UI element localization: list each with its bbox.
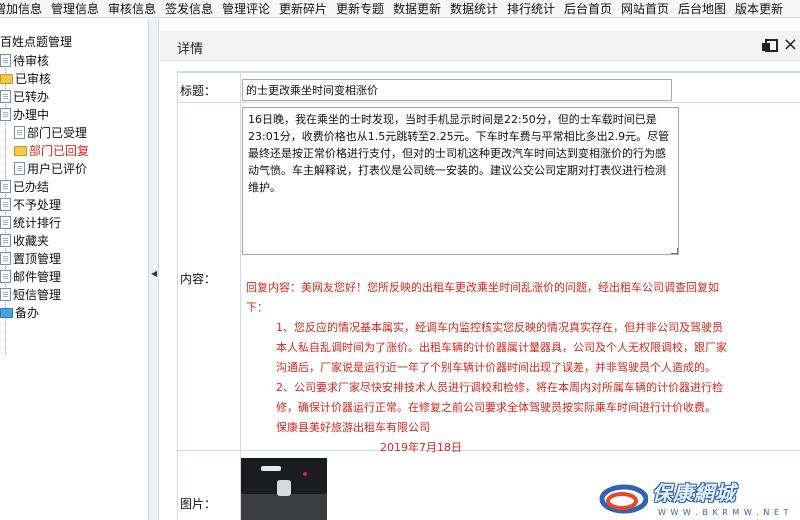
folder-icon <box>0 308 13 318</box>
doc-icon <box>0 270 11 283</box>
tree-item-pending[interactable]: 待审核 <box>0 52 49 70</box>
reply-intro: 回复内容：美网友您好！您所反映的出租车更改乘坐时间乱涨价的问题，经出租车公司调查… <box>246 281 719 314</box>
tree-item-mail[interactable]: 邮件管理 <box>0 268 61 286</box>
menu-data-update[interactable]: 数据更新 <box>393 1 441 17</box>
doc-icon <box>0 234 11 247</box>
tree-item-dept-accepted[interactable]: 部门已受理 <box>14 124 87 142</box>
panel-title: 详情 <box>177 42 204 57</box>
reply-body: 1、您反应的情况基本属实，经调车内监控核实您反映的情况真实存在，但并非公司及驾驶… <box>276 321 727 434</box>
doc-icon <box>0 54 11 67</box>
menu-site-home[interactable]: 网站首页 <box>621 1 669 17</box>
logo-brand: 保康網城 <box>652 481 736 505</box>
collapse-splitter[interactable]: ◀ <box>148 19 159 520</box>
tree-item-rejected[interactable]: 不予处理 <box>0 196 61 214</box>
detail-panel: 详情 × 标题： 内容： 16日晚，我在乘坐的士时发现，当时手机显示时间是22:… <box>160 19 800 520</box>
collapse-arrow-icon: ◀ <box>151 269 158 278</box>
menu-admin-map[interactable]: 后台地图 <box>678 1 726 17</box>
content-label: 内容： <box>180 272 217 286</box>
row-divider <box>178 72 800 73</box>
reply-date: 2019年7月18日 <box>380 441 462 454</box>
tree-item-label: 已审核 <box>15 72 52 86</box>
tree-item-processing[interactable]: 办理中 <box>0 106 49 124</box>
logo-swoosh-icon <box>599 484 648 514</box>
tree-item-label: 部门已回复 <box>29 144 90 158</box>
close-icon[interactable]: × <box>783 35 798 55</box>
tree-item-label: 置顶管理 <box>13 252 62 266</box>
tree-root-title: 百姓点题管理 <box>0 35 73 49</box>
detail-form: 标题： 内容： 16日晚，我在乘坐的士时发现，当时手机显示时间是22:50分，但… <box>177 71 800 520</box>
doc-icon <box>0 198 11 211</box>
content-textarea[interactable]: 16日晚，我在乘坐的士时发现，当时手机显示时间是22:50分，但的士车载时间已是… <box>242 107 679 255</box>
column-divider <box>240 72 241 520</box>
doc-icon <box>0 216 11 229</box>
tree-item-pinned[interactable]: 置顶管理 <box>0 250 61 268</box>
tree-item-label: 已转办 <box>13 90 50 104</box>
menu-ranking-stats[interactable]: 排行统计 <box>507 1 555 17</box>
doc-icon <box>14 162 25 175</box>
tree-item-label: 短信管理 <box>13 288 62 302</box>
tree-item-sms[interactable]: 短信管理 <box>0 286 61 304</box>
title-label: 标题： <box>180 84 217 98</box>
site-logo: 保康網城 W W W . B K R M W . N E T <box>598 475 800 520</box>
photo-dashboard <box>241 494 327 520</box>
menu-update-topics[interactable]: 更新专题 <box>336 1 384 17</box>
tree-item-label: 已办结 <box>13 180 50 194</box>
resize-grip-icon[interactable] <box>671 248 678 254</box>
tree-item-label: 邮件管理 <box>13 270 62 284</box>
tree-item-reviewed[interactable]: 已审核 <box>0 70 51 88</box>
tree-item-label: 收藏夹 <box>13 234 50 248</box>
image-label: 图片： <box>180 497 217 511</box>
doc-icon <box>0 108 11 121</box>
tree-item-stats-ranking[interactable]: 统计排行 <box>0 214 61 232</box>
doc-icon <box>0 252 11 265</box>
tree-item-completed[interactable]: 已办结 <box>0 178 49 196</box>
menu-data-stats[interactable]: 数据统计 <box>450 1 498 17</box>
menu-update-fragments[interactable]: 更新碎片 <box>279 1 327 17</box>
tree-item-label: 待审核 <box>13 54 50 68</box>
doc-icon <box>0 180 11 193</box>
maximize-icon[interactable] <box>762 39 778 53</box>
folder-icon <box>14 146 27 156</box>
title-input[interactable] <box>242 79 672 101</box>
menu-sign-info[interactable]: 签发信息 <box>165 1 213 17</box>
tree-item-label: 统计排行 <box>13 216 62 230</box>
tree-item-label: 用户已评价 <box>27 162 88 176</box>
menu-add-info[interactable]: 增加信息 <box>0 1 42 17</box>
reply-content: 回复内容：美网友您好！您所反映的出租车更改乘坐时间乱涨价的问题，经出租车公司调查… <box>246 278 730 458</box>
tree-item-label: 不予处理 <box>13 198 62 212</box>
menu-review-info[interactable]: 审核信息 <box>108 1 156 17</box>
doc-icon <box>14 126 25 139</box>
tree-item-transferred[interactable]: 已转办 <box>0 88 49 106</box>
tree-item-favorites[interactable]: 收藏夹 <box>0 232 49 250</box>
tree-item-label: 办理中 <box>13 108 50 122</box>
photo-light <box>261 466 281 471</box>
logo-site: W W W . B K R M W . N E T <box>658 508 790 517</box>
row-divider <box>178 102 800 103</box>
menu-manage-info[interactable]: 管理信息 <box>51 1 99 17</box>
menu-manage-comments[interactable]: 管理评论 <box>222 1 270 17</box>
folder-icon <box>0 74 13 84</box>
tree-item-label: 备办 <box>15 306 40 320</box>
tree-item-label: 部门已受理 <box>27 126 88 140</box>
photo-indicator <box>303 472 307 476</box>
sidebar-tree: 百姓点题管理 待审核 已审核 已转办 办理中 部门已受理 部门已回复 用户已评价… <box>0 19 148 520</box>
photo-thumbnail[interactable] <box>241 458 327 520</box>
tree-item-dept-replied[interactable]: 部门已回复 <box>14 142 89 160</box>
menu-admin-home[interactable]: 后台首页 <box>564 1 612 17</box>
tree-item-backup[interactable]: 备办 <box>0 304 39 322</box>
tree-item-user-rated[interactable]: 用户已评价 <box>14 160 87 178</box>
menu-version-update[interactable]: 版本更新 <box>735 1 783 17</box>
doc-icon <box>0 288 11 301</box>
panel-header: 详情 × <box>160 31 800 61</box>
photo-seat <box>277 480 291 496</box>
doc-icon <box>0 90 11 103</box>
top-menu-bar: 增加信息 管理信息 审核信息 签发信息 管理评论 更新碎片 更新专题 数据更新 … <box>0 0 800 18</box>
